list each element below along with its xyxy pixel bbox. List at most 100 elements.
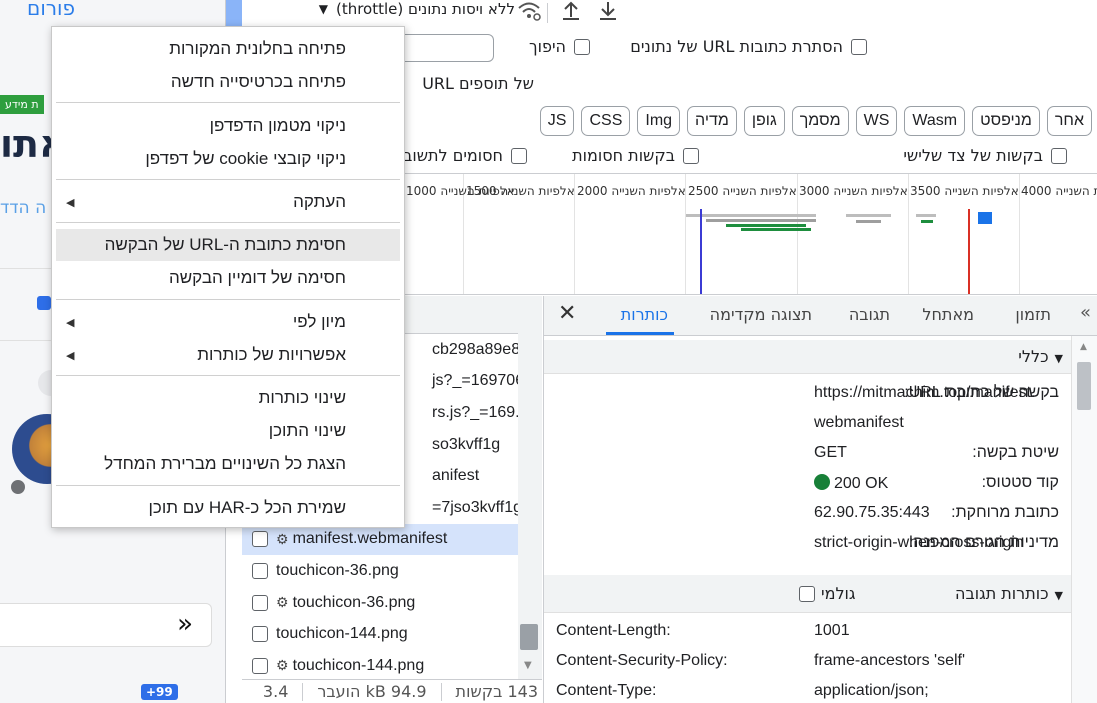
blocked-response-checkbox[interactable] bbox=[511, 147, 527, 164]
blocked-requests-checkbox[interactable] bbox=[683, 147, 699, 164]
scrollbar-thumb[interactable] bbox=[1077, 362, 1091, 410]
blocked-response-option[interactable]: חסומים לתשוב bbox=[403, 146, 527, 165]
submenu-arrow-icon: ◀ bbox=[66, 197, 75, 209]
chip-css[interactable]: CSS bbox=[581, 106, 631, 136]
transferred-size: 94.9 kB הועבר bbox=[317, 682, 427, 701]
row-checkbox[interactable] bbox=[252, 562, 268, 579]
timeline-gridline bbox=[1019, 174, 1020, 294]
row-checkbox[interactable] bbox=[252, 657, 268, 674]
menu-override-headers[interactable]: שינוי כותרות bbox=[56, 382, 400, 414]
more-tabs-icon[interactable]: » bbox=[1080, 302, 1091, 323]
menu-copy[interactable]: העתקה ◀ bbox=[56, 186, 400, 218]
blocked-requests-option[interactable]: בקשות חסומות bbox=[572, 146, 699, 165]
chip-font[interactable]: גופן bbox=[743, 106, 785, 136]
request-list-scrollbar[interactable]: ▼ bbox=[518, 296, 542, 679]
timeline-label: אלפיות השנייה 2500 bbox=[688, 184, 797, 198]
menu-block-request-url[interactable]: חסימת כתובת ה-URL של הבקשה bbox=[56, 229, 400, 261]
submenu-arrow-icon: ◀ bbox=[66, 317, 75, 329]
request-count: 143 בקשות bbox=[455, 682, 538, 701]
chip-other[interactable]: אחר bbox=[1046, 106, 1092, 136]
timeline-bar bbox=[741, 228, 811, 231]
third-party-checkbox[interactable] bbox=[1051, 147, 1067, 164]
row-checkbox[interactable] bbox=[252, 531, 268, 548]
details-tabbar: » תזמון מאתחל תגובה תצוגה מקדימה כותרות … bbox=[544, 296, 1097, 336]
chip-doc[interactable]: מסמך bbox=[791, 106, 849, 136]
invert-label: היפוך bbox=[529, 37, 566, 56]
tab-initiator[interactable]: מאתחל bbox=[922, 305, 974, 324]
request-row[interactable]: ⚙ touchicon-144.png bbox=[242, 650, 518, 679]
menu-override-content[interactable]: שינוי התוכן bbox=[56, 415, 400, 447]
timeline-bar bbox=[856, 220, 881, 223]
menu-sort-by[interactable]: מיון לפי ◀ bbox=[56, 306, 400, 338]
timeline-gridline bbox=[797, 174, 798, 294]
export-har-icon[interactable] bbox=[597, 0, 619, 27]
expand-panel-button[interactable]: » bbox=[0, 603, 212, 647]
toolbar-marker bbox=[226, 0, 242, 27]
invert-option[interactable]: היפוך bbox=[529, 37, 590, 56]
menu-show-all-overrides[interactable]: הצגת כל השינויים מברירת המחדל bbox=[56, 448, 400, 480]
menu-open-in-new-tab[interactable]: פתיחה בכרטיסייה חדשה bbox=[56, 66, 400, 98]
tab-timing[interactable]: תזמון bbox=[1015, 305, 1051, 324]
timeline-bar bbox=[846, 214, 891, 217]
scroll-down-icon[interactable]: ▼ bbox=[524, 660, 532, 671]
chip-ws[interactable]: WS bbox=[855, 106, 898, 136]
menu-clear-cookies[interactable]: ניקוי קובצי cookie של דפדפן bbox=[56, 143, 400, 175]
tab-headers[interactable]: כותרות bbox=[621, 305, 668, 324]
divider bbox=[440, 682, 442, 701]
forum-link[interactable]: פורום bbox=[27, 0, 75, 20]
row-checkbox[interactable] bbox=[252, 626, 268, 643]
request-row[interactable]: touchicon-144.png bbox=[242, 618, 518, 650]
timeline-label: אלפיות השנייה 3500 bbox=[910, 184, 1019, 198]
throttle-select[interactable]: ללא ויסות נתונים (throttle) ▼ bbox=[319, 0, 515, 18]
dom-content-loaded-line bbox=[700, 209, 702, 294]
network-conditions-icon[interactable] bbox=[516, 0, 542, 27]
row-checkbox[interactable] bbox=[252, 594, 268, 611]
scroll-up-icon[interactable]: ▲ bbox=[1080, 342, 1087, 352]
general-section-header[interactable]: ▼כללי bbox=[544, 340, 1071, 374]
request-row-selected[interactable]: ⚙ manifest.webmanifest bbox=[242, 523, 518, 556]
triangle-down-icon: ▼ bbox=[1054, 352, 1063, 365]
chat-icon[interactable] bbox=[37, 296, 51, 310]
hide-data-urls-checkbox[interactable] bbox=[851, 38, 867, 55]
close-icon[interactable]: ✕ bbox=[558, 301, 576, 326]
menu-clear-cache[interactable]: ניקוי מטמון הדפדפן bbox=[56, 110, 400, 142]
third-party-option[interactable]: בקשות של צד שלישי bbox=[903, 146, 1067, 165]
timeline-bar bbox=[686, 214, 816, 217]
invert-checkbox[interactable] bbox=[574, 38, 590, 55]
raw-toggle[interactable]: גולמי bbox=[799, 584, 856, 603]
menu-open-in-sources[interactable]: פתיחה בחלונית המקורות bbox=[56, 33, 400, 65]
blocked-response-label: חסומים לתשוב bbox=[403, 146, 503, 165]
menu-header-options[interactable]: אפשרויות של כותרות ◀ bbox=[56, 339, 400, 371]
request-row[interactable]: touchicon-36.png bbox=[242, 555, 518, 587]
submenu-arrow-icon: ◀ bbox=[66, 350, 75, 362]
scrollbar-thumb[interactable] bbox=[520, 624, 538, 650]
status-dot-icon bbox=[8, 477, 28, 497]
third-party-label: בקשות של צד שלישי bbox=[903, 146, 1043, 165]
response-headers-section-header[interactable]: ▼כותרות תגובה גולמי bbox=[544, 575, 1071, 613]
timeline-gridline bbox=[908, 174, 909, 294]
divider bbox=[302, 682, 304, 701]
chip-wasm[interactable]: Wasm bbox=[904, 106, 966, 136]
timeline-bar bbox=[916, 214, 936, 217]
raw-checkbox[interactable] bbox=[799, 585, 815, 602]
menu-save-all-as-har[interactable]: שמירת הכל כ-HAR עם תוכן bbox=[56, 492, 400, 524]
gear-icon: ⚙ bbox=[276, 530, 289, 547]
timeline-label: אלפיות השנייה 2000 bbox=[577, 184, 686, 198]
request-row[interactable]: ⚙ touchicon-36.png bbox=[242, 587, 518, 619]
resources-size: 3.4 bbox=[262, 682, 289, 701]
info-badge: ת מידע bbox=[0, 95, 44, 114]
tab-response[interactable]: תגובה bbox=[849, 305, 890, 324]
chip-media[interactable]: מדיה bbox=[687, 106, 737, 136]
hide-data-urls-option[interactable]: הסתרת כתובות URL של נתונים bbox=[630, 37, 867, 56]
details-scrollbar[interactable]: ▲ bbox=[1071, 336, 1097, 703]
menu-block-request-domain[interactable]: חסימה של דומיין הבקשה bbox=[56, 262, 400, 294]
notification-count-badge: +99 bbox=[141, 684, 178, 700]
chip-img[interactable]: Img bbox=[637, 106, 681, 136]
gear-icon: ⚙ bbox=[276, 594, 289, 611]
triangle-down-icon: ▼ bbox=[1054, 589, 1063, 602]
import-har-icon[interactable] bbox=[560, 0, 582, 27]
tab-preview[interactable]: תצוגה מקדימה bbox=[710, 305, 812, 324]
timeline-label: ת השנייה 4000 bbox=[1021, 184, 1097, 198]
chip-js[interactable]: JS bbox=[539, 106, 575, 136]
chip-manifest[interactable]: מניפסט bbox=[972, 106, 1040, 136]
